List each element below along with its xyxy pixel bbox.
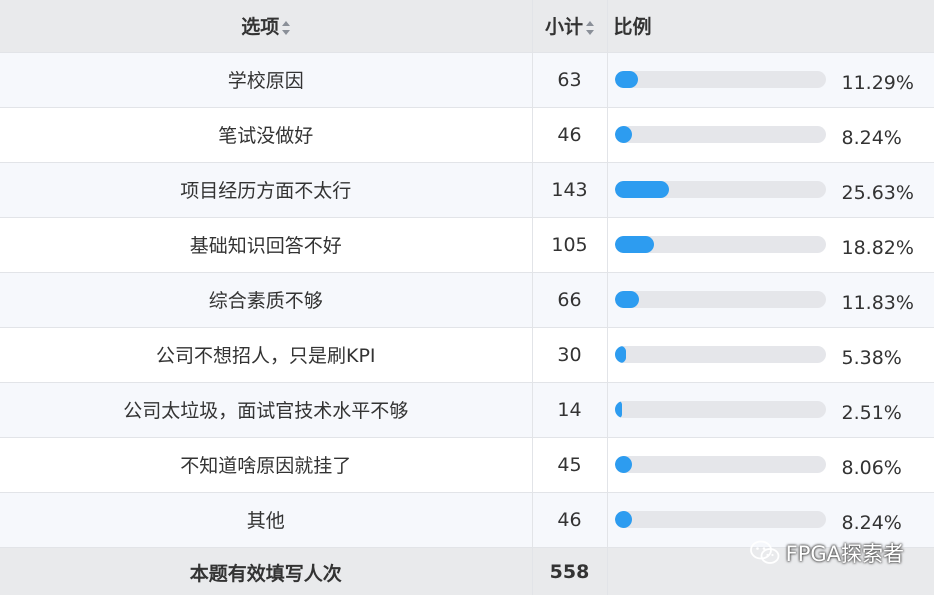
count-cell: 45 bbox=[531, 437, 607, 493]
percent-label: 11.29% bbox=[841, 71, 914, 94]
footer-total: 558 bbox=[531, 547, 607, 595]
percent-label: 11.83% bbox=[841, 291, 914, 314]
option-cell: 项目经历方面不太行 bbox=[0, 162, 532, 218]
count-cell: 46 bbox=[531, 107, 607, 163]
table-row: 项目经历方面不太行 143 25.63% bbox=[0, 162, 934, 218]
progress-bar-fill bbox=[614, 401, 622, 418]
column-header-count[interactable]: 小计 bbox=[531, 0, 607, 53]
percent-label: 8.24% bbox=[841, 126, 902, 149]
column-header-option[interactable]: 选项 bbox=[0, 0, 532, 53]
count-cell: 143 bbox=[531, 162, 607, 218]
progress-bar-track bbox=[614, 181, 826, 198]
progress-bar-fill bbox=[614, 71, 639, 88]
option-cell: 基础知识回答不好 bbox=[0, 217, 532, 273]
table-row: 笔试没做好 46 8.24% bbox=[0, 107, 934, 163]
count-cell: 66 bbox=[531, 272, 607, 328]
column-header-count-label: 小计 bbox=[544, 16, 583, 39]
table-row: 公司太垃圾，面试官技术水平不够 14 2.51% bbox=[0, 382, 934, 438]
percent-label: 8.24% bbox=[841, 511, 902, 534]
count-cell: 63 bbox=[531, 52, 607, 108]
option-cell: 其他 bbox=[0, 492, 532, 548]
option-cell: 不知道啥原因就挂了 bbox=[0, 437, 532, 493]
watermark: FPGA探索者 bbox=[749, 538, 904, 568]
percent-label: 8.06% bbox=[841, 456, 902, 479]
progress-bar-fill bbox=[614, 346, 626, 363]
count-cell: 105 bbox=[531, 217, 607, 273]
table-header-row: 选项 小计 比例 bbox=[0, 0, 934, 53]
progress-bar-track bbox=[614, 71, 826, 88]
count-cell: 46 bbox=[531, 492, 607, 548]
option-cell: 公司不想招人，只是刷KPI bbox=[0, 327, 532, 383]
option-cell: 公司太垃圾，面试官技术水平不够 bbox=[0, 382, 532, 438]
footer-label: 本题有效填写人次 bbox=[0, 547, 532, 595]
progress-bar-fill bbox=[614, 181, 669, 198]
count-cell: 30 bbox=[531, 327, 607, 383]
table-row: 基础知识回答不好 105 18.82% bbox=[0, 217, 934, 273]
progress-bar-fill bbox=[614, 456, 632, 473]
ratio-cell: 8.06% bbox=[606, 437, 934, 493]
option-cell: 笔试没做好 bbox=[0, 107, 532, 163]
progress-bar-track bbox=[614, 511, 826, 528]
percent-label: 25.63% bbox=[841, 181, 914, 204]
wechat-icon bbox=[749, 540, 780, 564]
percent-label: 5.38% bbox=[841, 346, 902, 369]
table-row: 公司不想招人，只是刷KPI 30 5.38% bbox=[0, 327, 934, 383]
column-header-option-label: 选项 bbox=[241, 16, 280, 39]
ratio-cell: 11.83% bbox=[606, 272, 934, 328]
column-header-ratio-label: 比例 bbox=[613, 16, 652, 39]
table-body: 学校原因 63 11.29% 笔试没做好 46 8.24% 项目经历方面不太行 143 25.6… bbox=[0, 52, 934, 548]
ratio-cell: 18.82% bbox=[606, 217, 934, 273]
progress-bar-fill bbox=[614, 236, 655, 253]
percent-label: 2.51% bbox=[841, 401, 902, 424]
progress-bar-track bbox=[614, 456, 826, 473]
table-row: 不知道啥原因就挂了 45 8.06% bbox=[0, 437, 934, 493]
ratio-cell: 11.29% bbox=[606, 52, 934, 108]
progress-bar-fill bbox=[614, 511, 632, 528]
ratio-cell: 5.38% bbox=[606, 327, 934, 383]
progress-bar-fill bbox=[614, 291, 640, 308]
watermark-text: FPGA探索者 bbox=[785, 542, 904, 566]
sort-icon[interactable] bbox=[586, 20, 594, 35]
sort-icon[interactable] bbox=[282, 20, 291, 35]
table-row: 综合素质不够 66 11.83% bbox=[0, 272, 934, 328]
option-cell: 学校原因 bbox=[0, 52, 532, 108]
progress-bar-track bbox=[614, 126, 826, 143]
progress-bar-track bbox=[614, 291, 826, 308]
ratio-cell: 25.63% bbox=[606, 162, 934, 218]
option-cell: 综合素质不够 bbox=[0, 272, 532, 328]
survey-results-table: 选项 小计 比例 学校原因 63 11.29% 笔试没做好 46 8.24% 项目经历方面不… bbox=[0, 0, 934, 595]
count-cell: 14 bbox=[531, 382, 607, 438]
column-header-ratio: 比例 bbox=[606, 0, 934, 53]
percent-label: 18.82% bbox=[841, 236, 914, 259]
progress-bar-track bbox=[614, 346, 826, 363]
progress-bar-fill bbox=[614, 126, 632, 143]
progress-bar-track bbox=[614, 401, 826, 418]
progress-bar-track bbox=[614, 236, 826, 253]
table-row: 学校原因 63 11.29% bbox=[0, 52, 934, 108]
ratio-cell: 8.24% bbox=[606, 107, 934, 163]
ratio-cell: 2.51% bbox=[606, 382, 934, 438]
